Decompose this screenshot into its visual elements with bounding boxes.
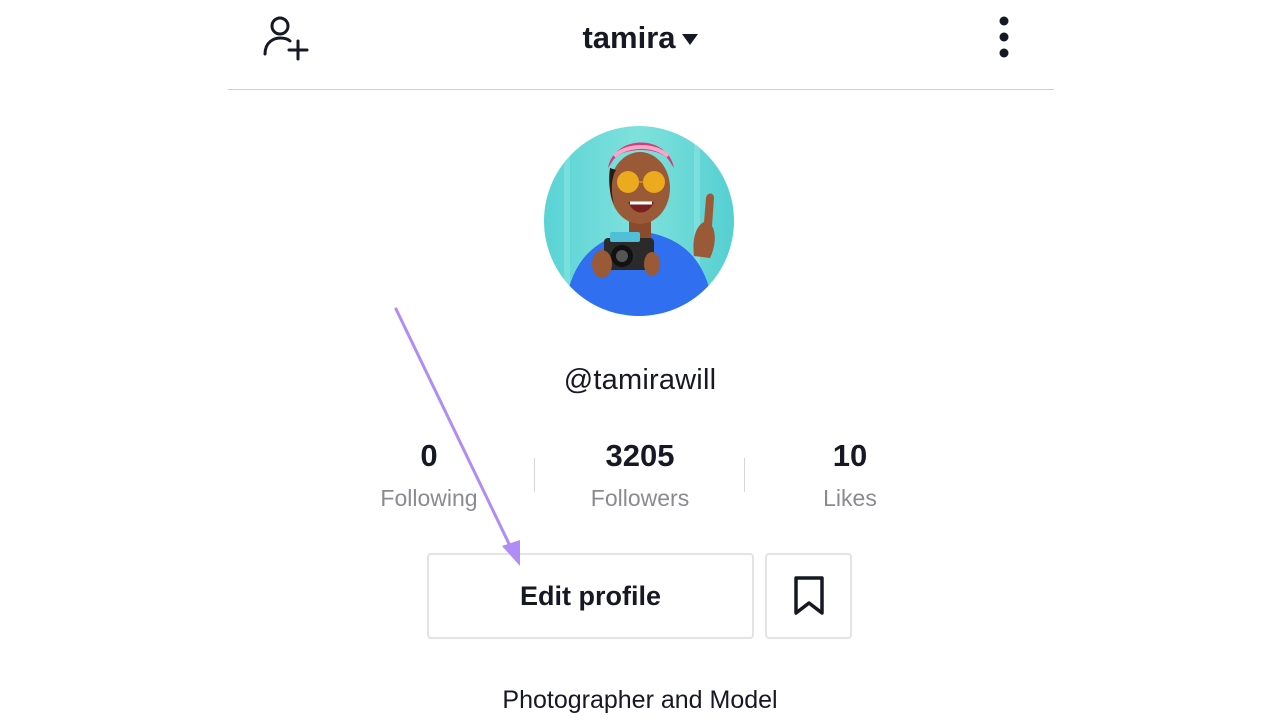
avatar-photo bbox=[544, 126, 734, 316]
username-text: tamira bbox=[582, 20, 676, 55]
stat-divider bbox=[534, 458, 535, 492]
bookmark-icon bbox=[793, 576, 824, 615]
stat-value: 3205 bbox=[605, 438, 675, 473]
stat-followers[interactable]: 3205 Followers bbox=[540, 436, 740, 520]
more-options-button[interactable] bbox=[990, 14, 1018, 64]
stat-value: 10 bbox=[832, 438, 868, 473]
bookmarks-button[interactable] bbox=[765, 553, 852, 639]
stat-likes[interactable]: 10 Likes bbox=[750, 436, 950, 520]
stat-value: 0 bbox=[420, 438, 438, 473]
profile-handle: @tamirawill bbox=[563, 364, 717, 396]
stat-label: Likes bbox=[823, 485, 877, 511]
profile-screen: tamira @tamirawill 0 Following 3205 Foll… bbox=[0, 0, 1280, 720]
avatar[interactable] bbox=[544, 126, 734, 316]
edit-profile-button[interactable]: Edit profile bbox=[427, 553, 754, 639]
stat-label: Followers bbox=[590, 485, 690, 511]
stat-label: Following bbox=[380, 485, 478, 511]
stat-divider bbox=[744, 458, 745, 492]
stat-following[interactable]: 0 Following bbox=[329, 436, 529, 520]
caret-down-icon bbox=[681, 33, 698, 45]
username-header: tamira bbox=[0, 16, 1280, 60]
profile-bio: Photographer and Model bbox=[502, 686, 778, 714]
account-switcher[interactable]: tamira bbox=[582, 16, 698, 60]
more-vertical-icon bbox=[999, 16, 1009, 58]
